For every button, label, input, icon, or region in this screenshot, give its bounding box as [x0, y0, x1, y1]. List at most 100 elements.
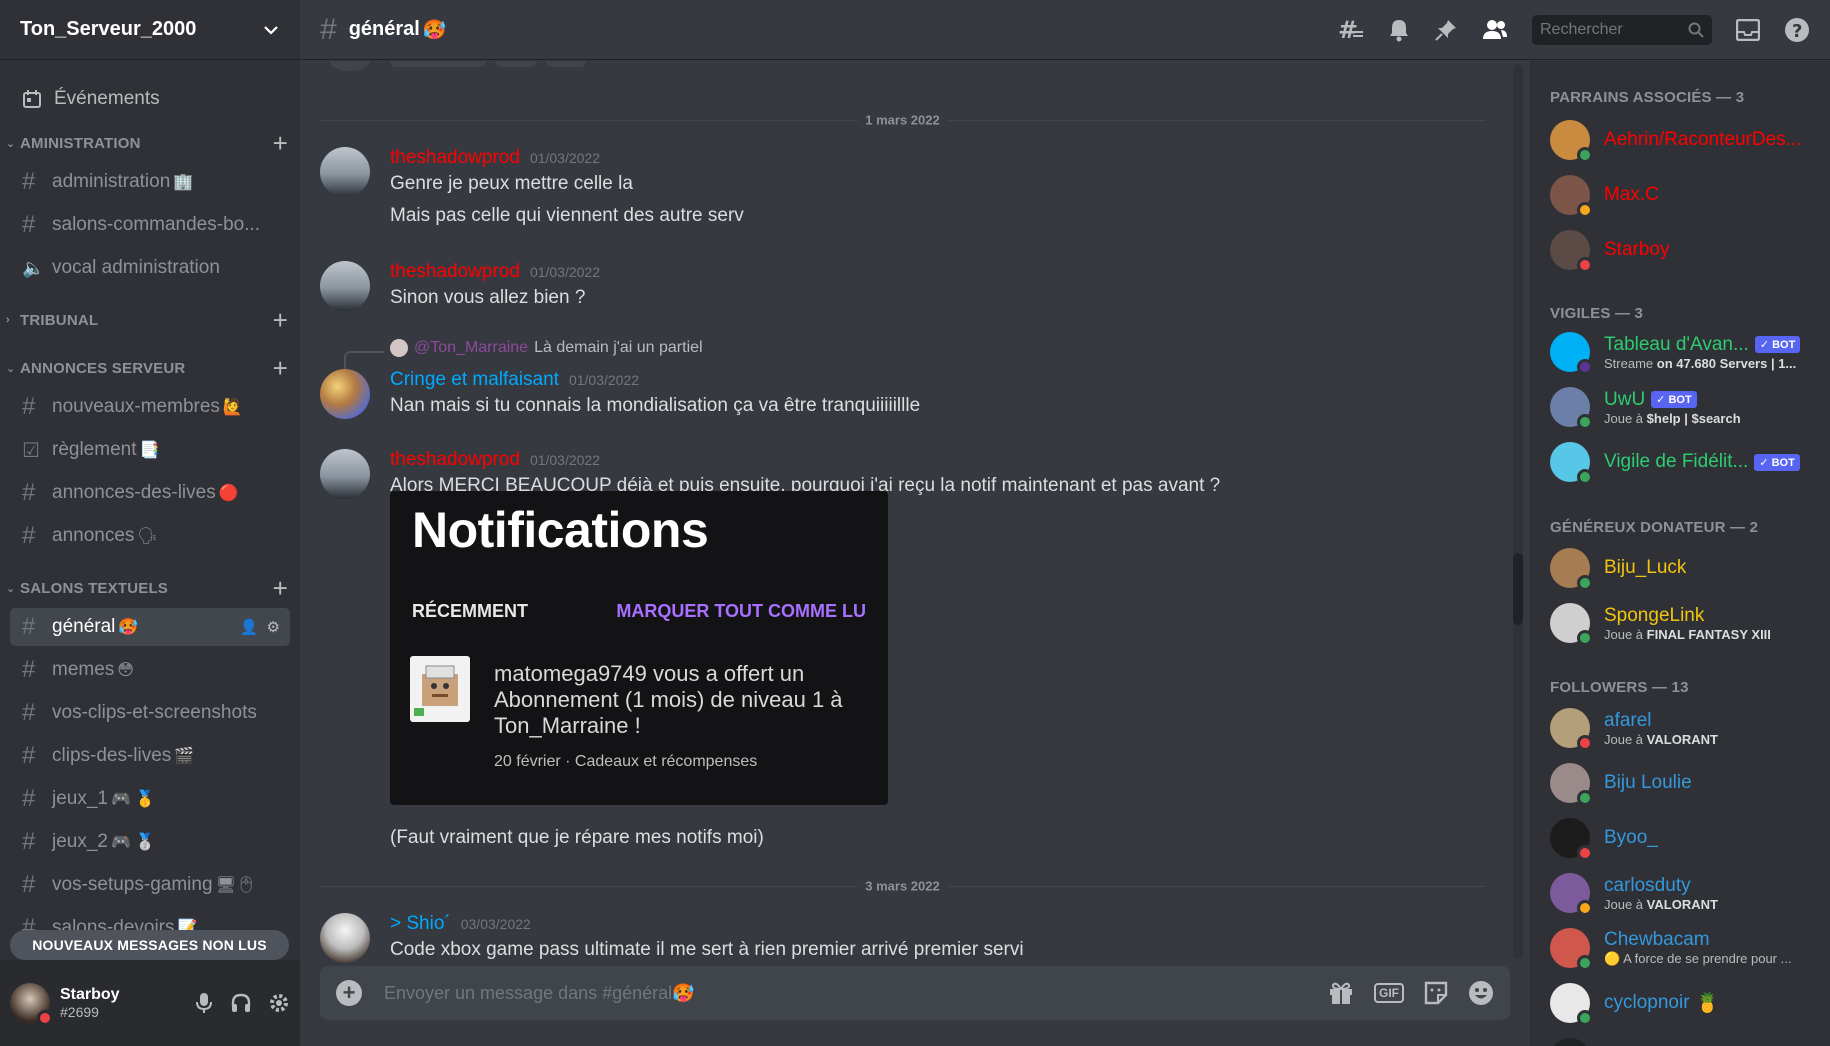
member-item[interactable]: UwU ✓ BOT Joue à $help | $search: [1550, 384, 1820, 430]
events-item[interactable]: Événements: [10, 78, 290, 120]
add-channel-icon[interactable]: +: [273, 355, 288, 381]
member-item[interactable]: Vigile de Fidélit... ✓ BOT: [1550, 439, 1820, 485]
online-status-icon: [1577, 469, 1593, 485]
avatar: [1550, 120, 1593, 163]
category-annonces-serveur[interactable]: ⌄ ANNONCES SERVEUR +: [0, 353, 300, 383]
channel-vocal-administration[interactable]: 🔈 vocal administration: [10, 249, 290, 287]
channel-emoji: 🔴: [218, 485, 239, 502]
avatar[interactable]: [320, 147, 370, 197]
add-channel-icon[interactable]: +: [273, 130, 288, 156]
gear-icon[interactable]: ⚙: [267, 618, 280, 636]
channel-annonces[interactable]: # annonces 🗣: [10, 517, 290, 555]
member-name: Tableau d'Avan...: [1604, 333, 1749, 355]
member-item[interactable]: Biju_Luck: [1550, 545, 1820, 591]
member-item[interactable]: Biju Loulie: [1550, 760, 1820, 806]
message-author[interactable]: Cringe et malfaisant: [390, 369, 559, 391]
invite-icon[interactable]: 👤: [240, 618, 259, 636]
member-list-icon[interactable]: [1482, 19, 1508, 41]
channel-vos-clips-et-screenshots[interactable]: # vos-clips-et-screenshots: [10, 694, 290, 732]
bell-icon[interactable]: [1388, 18, 1410, 42]
channel-vos-setups-gaming[interactable]: # vos-setups-gaming 🖥🖱: [10, 866, 290, 904]
message-author[interactable]: theshadowprod: [390, 261, 520, 283]
member-name: Vigile de Fidélit...: [1604, 451, 1749, 472]
channel-emoji: 🗣: [137, 528, 158, 545]
channel-nouveaux-membres[interactable]: # nouveaux-membres 🙋: [10, 388, 290, 426]
add-channel-icon[interactable]: +: [273, 575, 288, 601]
message-composer[interactable]: + Envoyer un message dans #général🥵 GIF: [320, 966, 1510, 1020]
inbox-icon[interactable]: [1736, 18, 1760, 41]
unread-messages-banner[interactable]: NOUVEAUX MESSAGES NON LUS: [10, 930, 289, 960]
avatar: [1550, 332, 1593, 375]
attachment-recent-label: RÉCEMMENT: [412, 601, 528, 621]
image-attachment[interactable]: Notifications RÉCEMMENT MARQUER TOUT COM…: [390, 491, 888, 805]
bot-badge: ✓ BOT: [1754, 336, 1801, 353]
help-icon[interactable]: ?: [1784, 17, 1810, 43]
divider-label: 3 mars 2022: [857, 878, 948, 894]
message-author[interactable]: theshadowprod: [390, 147, 520, 169]
gif-icon[interactable]: GIF: [1374, 983, 1404, 1003]
hash-icon: #: [22, 828, 36, 855]
member-item[interactable]: cyclopnoir 🍍: [1550, 980, 1820, 1026]
category-tribunal[interactable]: › TRIBUNAL +: [0, 305, 300, 335]
channel-salons-commandes-bots[interactable]: # salons-commandes-bo...: [10, 206, 290, 244]
channel-name: administration: [52, 171, 171, 192]
category-administration[interactable]: ⌄ AMINISTRATION +: [0, 128, 300, 158]
member-item[interactable]: Chewbacam 🟡 A force de se prendre pour .…: [1550, 925, 1820, 971]
message-input[interactable]: Envoyer un message dans #général🥵: [384, 983, 695, 1004]
channel-annonces-des-lives[interactable]: # annonces-des-lives 🔴: [10, 474, 290, 512]
member-item[interactable]: [1550, 1035, 1820, 1046]
member-item[interactable]: afarel Joue à VALORANT: [1550, 705, 1820, 751]
microphone-icon[interactable]: [194, 992, 214, 1014]
avatar[interactable]: [320, 913, 370, 963]
member-item[interactable]: Tableau d'Avan... ✓ BOT Streame on 47.680…: [1550, 329, 1820, 375]
message-timestamp: 01/03/2022: [529, 264, 601, 280]
member-item[interactable]: Starboy: [1550, 227, 1820, 273]
category-salons-textuels[interactable]: ⌄ SALONS TEXTUELS +: [0, 573, 300, 603]
search-input[interactable]: Rechercher: [1532, 14, 1712, 45]
member-item[interactable]: Aehrin/RaconteurDes...: [1550, 117, 1820, 163]
channel-jeux-2[interactable]: # jeux_2 🎮 🥈: [10, 823, 290, 861]
channel-administration[interactable]: # administration 🏢: [10, 163, 290, 201]
member-name: Chewbacam: [1604, 929, 1710, 950]
emoji-picker-icon[interactable]: [1468, 980, 1494, 1006]
add-attachment-icon[interactable]: +: [336, 980, 362, 1006]
avatar[interactable]: [320, 449, 370, 499]
channel-name: vocal administration: [52, 257, 220, 278]
hash-icon: #: [22, 742, 36, 769]
server-header[interactable]: Ton_Serveur_2000: [0, 0, 300, 60]
pin-icon[interactable]: [1434, 18, 1458, 42]
sticker-icon[interactable]: [1424, 981, 1448, 1005]
hash-icon: #: [22, 699, 36, 726]
member-item[interactable]: carlosduty Joue à VALORANT: [1550, 870, 1820, 916]
online-status-icon: [1577, 414, 1593, 430]
scrollbar-track[interactable]: [1513, 64, 1523, 959]
message-author[interactable]: theshadowprod: [390, 449, 520, 471]
headphones-icon[interactable]: [230, 992, 252, 1014]
scrollbar-thumb[interactable]: [1513, 553, 1523, 625]
threads-icon[interactable]: #: [1338, 18, 1364, 42]
member-name: carlosduty: [1604, 874, 1691, 896]
avatar: [1550, 175, 1593, 218]
channel-jeux-1[interactable]: # jeux_1 🎮 🥇: [10, 780, 290, 818]
avatar[interactable]: [320, 369, 370, 419]
member-item[interactable]: SpongeLink Joue à FINAL FANTASY XIII: [1550, 600, 1820, 646]
user-info[interactable]: Starboy #2699: [60, 986, 194, 1020]
channel-general[interactable]: # général 🥵 👤 ⚙: [10, 608, 290, 646]
channel-clips-des-lives[interactable]: # clips-des-lives 🎬: [10, 737, 290, 775]
add-channel-icon[interactable]: +: [273, 307, 288, 333]
avatar[interactable]: [10, 983, 53, 1026]
gear-icon[interactable]: [268, 992, 290, 1014]
channel-emoji: 🙋: [222, 399, 243, 416]
message-timestamp: 03/03/2022: [460, 916, 531, 932]
member-item[interactable]: Byoo_: [1550, 815, 1820, 861]
message-author[interactable]: > Shio´: [390, 913, 451, 935]
reply-preview[interactable]: @Ton_Marraine Là demain j'ai un partiel: [390, 339, 703, 357]
message-timestamp: 01/03/2022: [529, 150, 601, 166]
channel-reglement[interactable]: ☑ règlement 📑: [10, 431, 290, 469]
chevron-down-icon: ⌄: [6, 137, 16, 150]
member-name: Aehrin/RaconteurDes...: [1604, 129, 1802, 150]
channel-memes[interactable]: # memes 😳: [10, 651, 290, 689]
gift-icon[interactable]: [1328, 981, 1354, 1005]
member-item[interactable]: Max.C: [1550, 172, 1820, 218]
avatar[interactable]: [320, 261, 370, 311]
